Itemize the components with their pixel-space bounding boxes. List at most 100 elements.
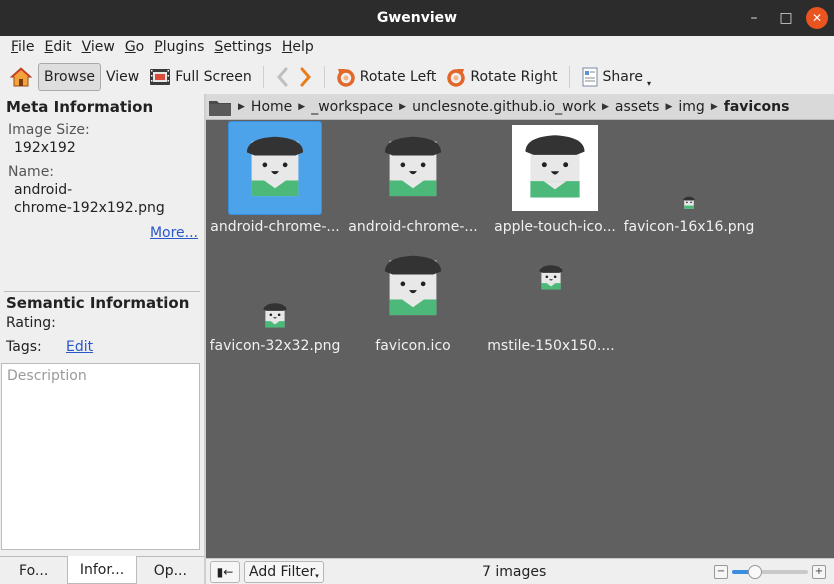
breadcrumb-favicons[interactable]: favicons [720,99,794,115]
thumbnail-caption: android-chrome-... [348,219,478,235]
previous-button[interactable] [270,63,294,91]
share-document-icon [581,66,599,88]
title-bar: Gwenview – □ ✕ [0,0,834,36]
tags-label: Tags: [6,339,42,355]
maximize-button[interactable]: □ [774,6,798,30]
pirate-face-icon [539,265,563,290]
thumbnail-item[interactable]: mstile-150x150.... [487,240,615,354]
image-size-value: 192x192 [14,140,76,156]
description-textarea[interactable]: Description [1,363,200,550]
window-controls: – □ ✕ [742,6,828,30]
dropdown-arrow-icon: ▾ [646,79,651,88]
start-page-button[interactable] [4,63,38,91]
file-name-line1: android- [14,182,73,198]
film-strip-icon [149,67,171,87]
breadcrumb-separator: ▶ [399,101,407,112]
gwenview-window: Gwenview – □ ✕ File Edit View Go Plugins… [0,0,834,584]
pirate-face-icon [263,303,287,328]
status-bar: ▮← Add Filter ▾ 7 images − + [206,558,834,584]
image-count: 7 images [482,563,547,580]
breadcrumb-separator: ▶ [238,101,245,112]
rating-label: Rating: [6,315,56,331]
minimize-button[interactable]: – [742,6,766,30]
slider-handle[interactable] [747,564,762,579]
meta-information-heading: Meta Information [6,98,154,116]
toolbar-separator [568,66,570,88]
breadcrumb-home[interactable]: Home [247,99,296,115]
toolbar-separator [262,66,264,88]
description-placeholder: Description [7,368,87,384]
sidebar-tabs: Fo... Infor... Op... [0,556,204,584]
image-size-label: Image Size: [8,122,90,138]
pirate-face-icon [384,136,442,197]
tab-operations[interactable]: Op... [136,556,204,584]
breadcrumb-repo[interactable]: unclesnote.github.io_work [408,99,600,115]
menu-settings[interactable]: Settings [209,39,276,55]
breadcrumb-workspace[interactable]: _workspace [307,99,397,115]
breadcrumb-separator: ▶ [710,101,718,112]
tags-edit-link[interactable]: Edit [66,339,93,355]
thumbnail-item[interactable]: android-chrome-... [348,121,478,235]
more-link[interactable]: More... [150,225,198,241]
main-toolbar: Browse View Full Screen Rotate Left Rota… [0,60,834,94]
menu-plugins[interactable]: Plugins [149,39,209,55]
thumbnail-view: android-chrome-... android-chrome-... ap… [206,120,834,558]
home-icon [9,66,33,88]
thumbnail-item[interactable]: favicon-32x32.png [210,240,340,354]
menu-file[interactable]: File [6,39,39,55]
toggle-sidebar-button[interactable]: ▮← [210,560,240,583]
menu-go[interactable]: Go [120,39,149,55]
thumbnail-caption: favicon-32x32.png [209,338,341,354]
semantic-information-heading: Semantic Information [6,294,190,312]
thumbnail-caption: favicon-16x16.png [623,219,755,235]
breadcrumb-separator: ▶ [298,101,306,112]
chevron-left-icon [275,66,289,88]
next-button[interactable] [294,63,318,91]
breadcrumb-img[interactable]: img [674,99,708,115]
breadcrumb-separator: ▶ [665,101,673,112]
add-filter-button[interactable]: Add Filter ▾ [244,560,324,583]
thumbnail-image [512,125,598,211]
rotate-left-icon [336,66,356,88]
rotate-right-button[interactable]: Rotate Right [441,63,562,91]
breadcrumb: ▶ Home ▶ _workspace ▶ unclesnote.github.… [206,94,834,120]
thumbnail-size-slider[interactable] [732,564,808,579]
sidebar-information-panel: Meta Information Image Size: 192x192 Nam… [0,94,204,556]
file-name-line2: chrome-192x192.png [14,200,165,216]
thumbnail-item[interactable]: favicon-16x16.png [624,121,754,235]
thumbnail-caption: android-chrome-... [210,219,340,235]
chevron-right-icon [299,66,313,88]
share-button[interactable]: Share ▾ [576,63,656,91]
folder-icon[interactable] [208,97,232,117]
name-label: Name: [8,164,55,180]
tab-information[interactable]: Infor... [67,556,137,584]
thumbnail-caption: apple-touch-ico... [494,219,616,235]
pirate-face-icon [384,255,442,316]
menu-edit[interactable]: Edit [39,39,76,55]
browse-button[interactable]: Browse [38,63,101,91]
thumbnail-size-control: − + [714,564,826,579]
dropdown-arrow-icon: ▾ [315,571,319,580]
thumbnail-item[interactable]: favicon.ico [362,240,464,354]
breadcrumb-assets[interactable]: assets [611,99,664,115]
tab-folders[interactable]: Fo... [0,556,68,584]
rotate-left-button[interactable]: Rotate Left [331,63,442,91]
zoom-in-button[interactable]: + [812,564,826,579]
window-title: Gwenview [376,10,458,26]
view-button[interactable]: View [101,63,144,91]
menu-view[interactable]: View [77,39,120,55]
close-button[interactable]: ✕ [806,7,828,29]
menu-bar: File Edit View Go Plugins Settings Help [0,36,834,58]
thumbnail-item[interactable]: apple-touch-ico... [494,121,616,235]
pirate-face-icon [246,136,304,197]
pirate-face-icon [683,196,695,209]
zoom-out-button[interactable]: − [714,564,728,579]
thumbnail-item[interactable]: android-chrome-... [210,121,340,235]
toolbar-separator [323,66,325,88]
thumbnail-caption: favicon.ico [375,338,451,354]
menu-help[interactable]: Help [277,39,319,55]
thumbnail-caption: mstile-150x150.... [487,338,615,354]
breadcrumb-separator: ▶ [601,101,609,112]
section-divider [4,291,200,292]
full-screen-button[interactable]: Full Screen [144,63,257,91]
